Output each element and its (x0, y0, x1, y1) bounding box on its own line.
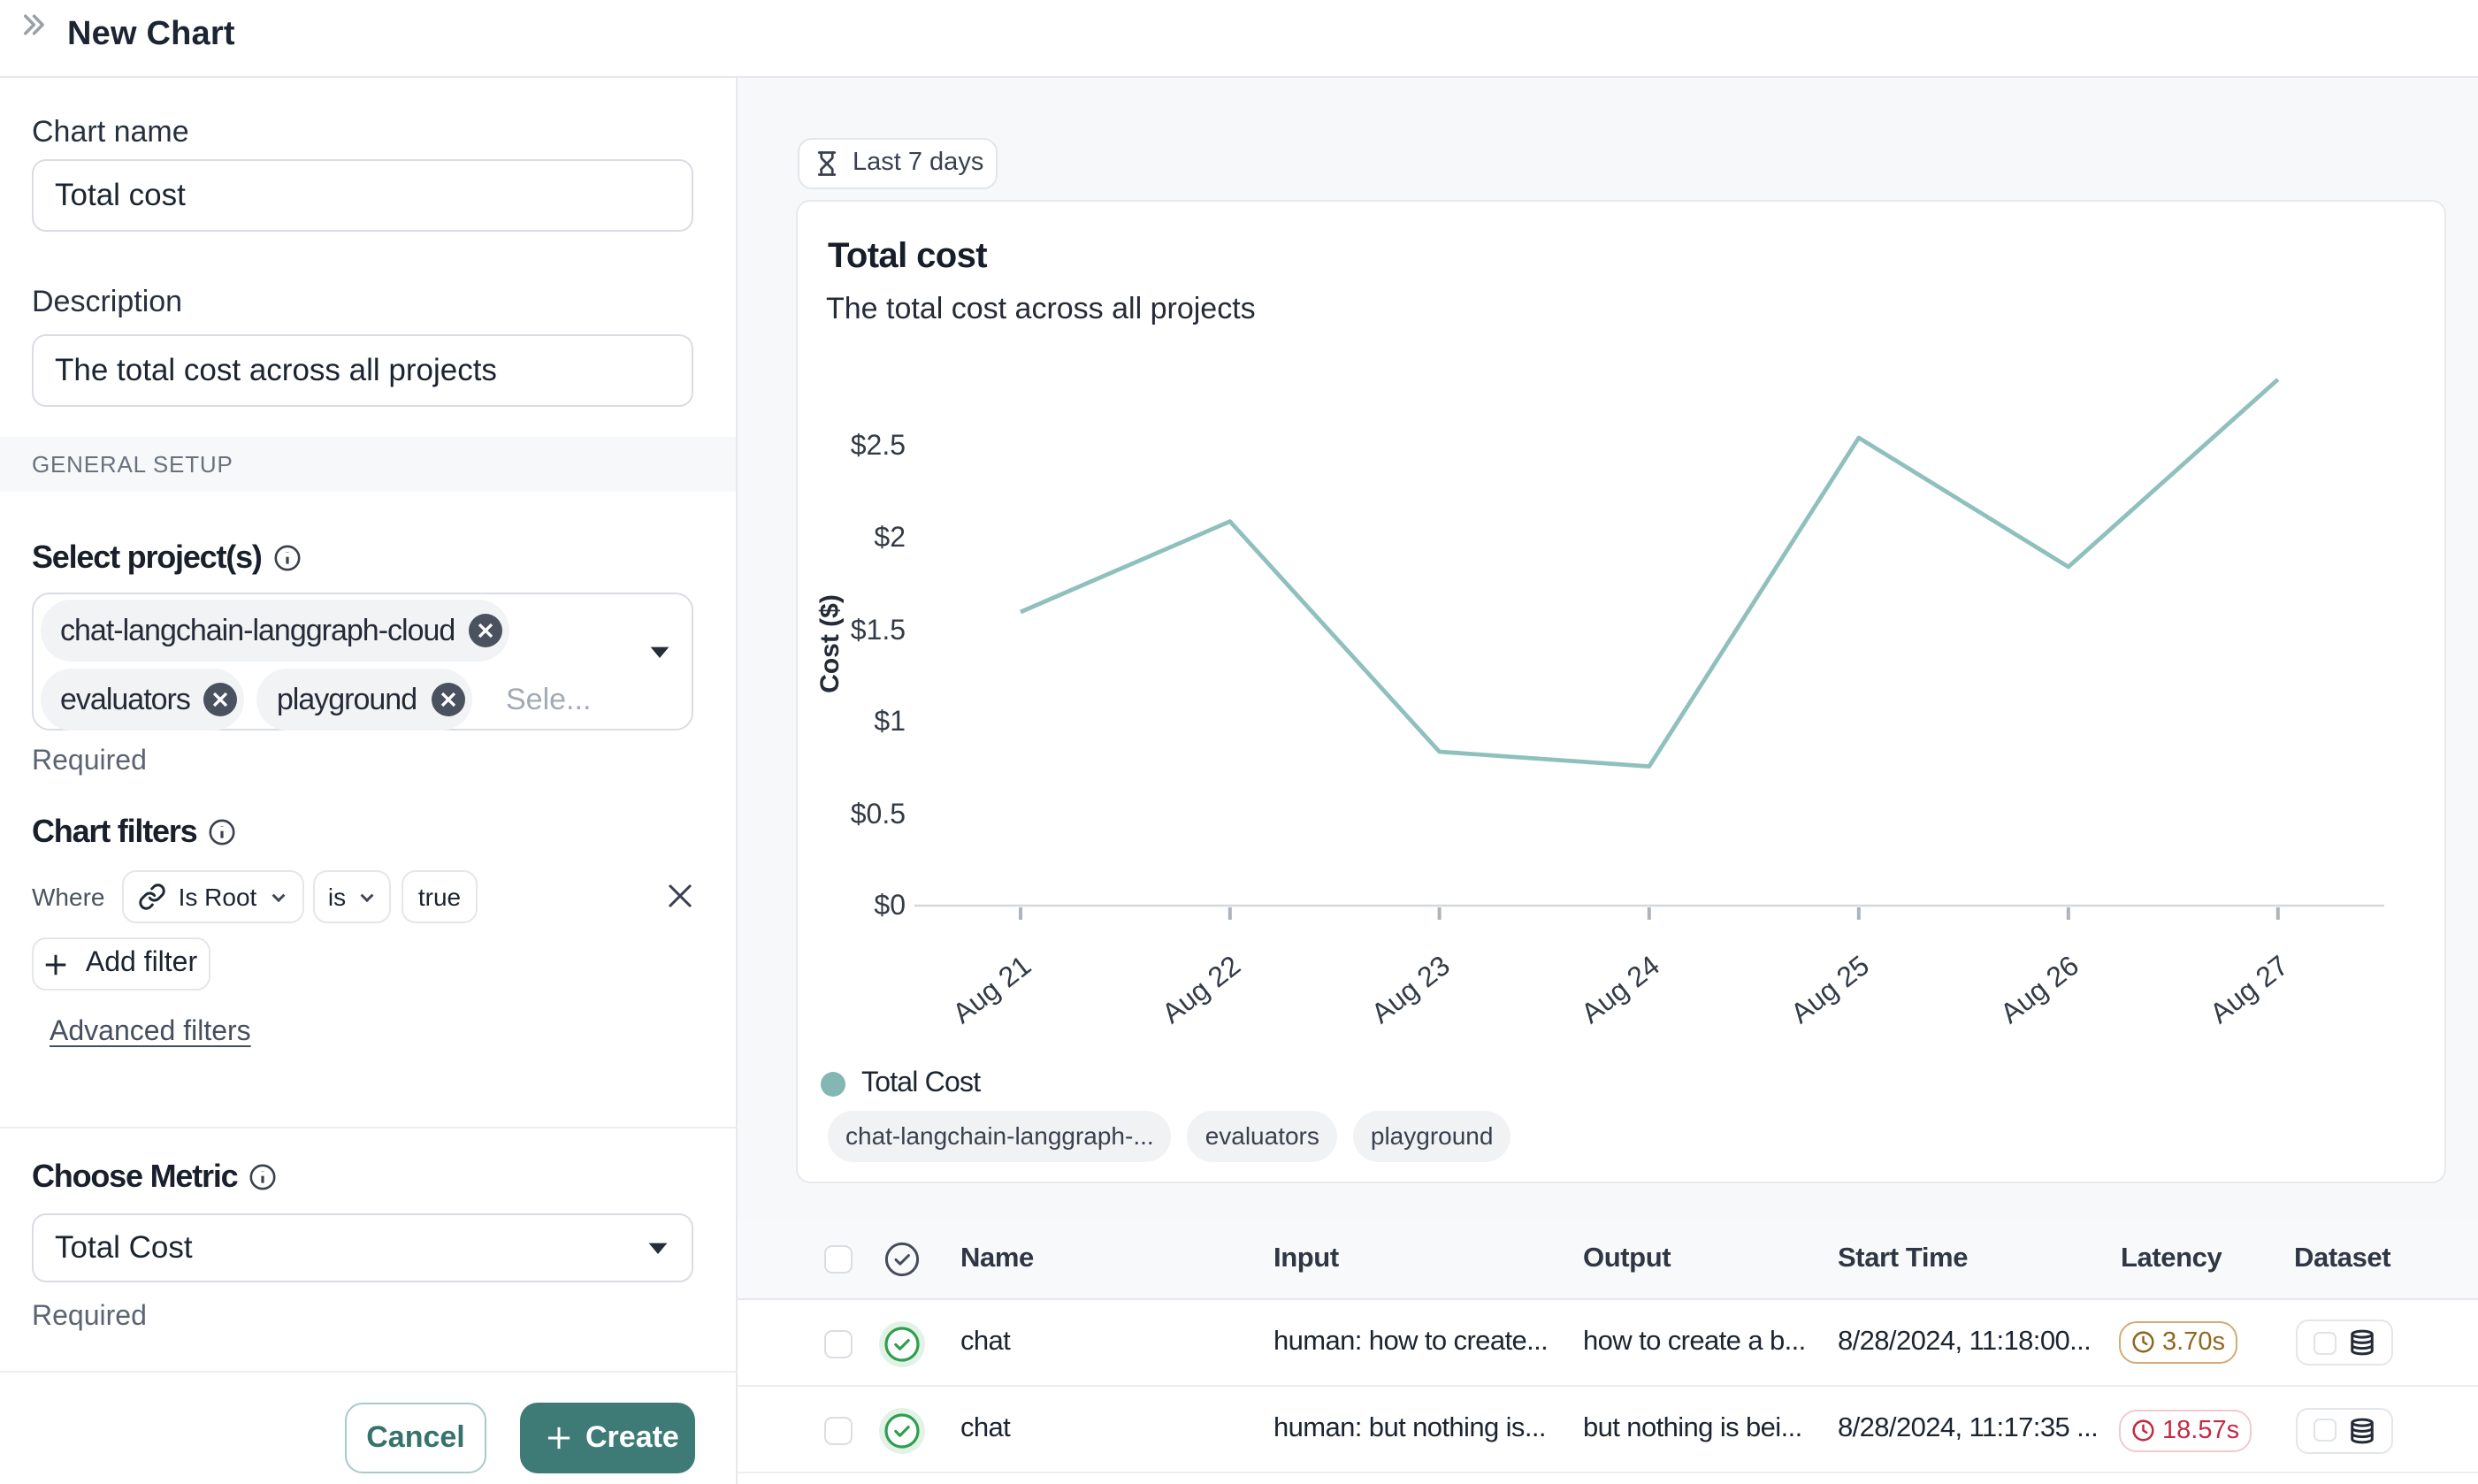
svg-text:$1.5: $1.5 (851, 614, 906, 646)
svg-text:Aug 21: Aug 21 (946, 949, 1036, 1029)
svg-text:$0.5: $0.5 (851, 798, 906, 830)
svg-text:Aug 27: Aug 27 (2204, 949, 2294, 1029)
svg-text:$2: $2 (874, 521, 906, 553)
svg-text:Aug 24: Aug 24 (1575, 949, 1665, 1029)
svg-text:$2.5: $2.5 (851, 429, 906, 461)
svg-text:Aug 22: Aug 22 (1156, 949, 1246, 1029)
svg-text:$0: $0 (874, 889, 906, 921)
svg-text:$1: $1 (874, 705, 906, 737)
svg-text:Cost ($): Cost ($) (815, 594, 845, 693)
svg-text:Aug 26: Aug 26 (1994, 949, 2084, 1029)
svg-text:Aug 25: Aug 25 (1785, 949, 1875, 1029)
svg-text:Aug 23: Aug 23 (1365, 949, 1456, 1029)
